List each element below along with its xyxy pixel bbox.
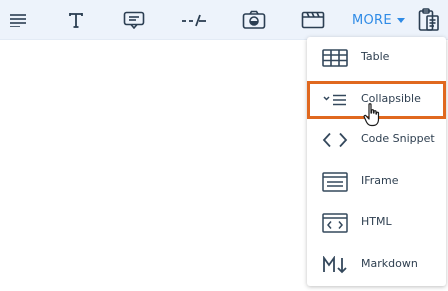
code-icon <box>321 128 349 152</box>
comment-box-icon[interactable] <box>122 8 146 32</box>
more-label: MORE <box>352 12 392 28</box>
menu-item-html[interactable]: HTML <box>307 205 446 241</box>
menu-item-label: Markdown <box>361 257 418 270</box>
divider-icon[interactable] <box>181 8 207 32</box>
menu-item-label: Table <box>361 50 390 63</box>
menu-item-code-snippet[interactable]: Code Snippet <box>307 122 446 158</box>
chevron-down-icon <box>396 17 405 23</box>
menu-item-label: HTML <box>361 215 392 228</box>
more-dropdown-button[interactable]: MORE <box>352 10 405 30</box>
menu-item-collapsible[interactable]: Collapsible <box>307 81 446 119</box>
paragraph-icon[interactable] <box>7 8 29 32</box>
menu-item-label: IFrame <box>361 174 399 187</box>
text-icon[interactable] <box>65 8 87 32</box>
camera-icon[interactable] <box>241 8 267 32</box>
menu-item-markdown[interactable]: Markdown <box>307 247 446 283</box>
menu-item-label: Code Snippet <box>361 132 435 145</box>
video-icon[interactable] <box>300 8 326 32</box>
menu-item-table[interactable]: Table <box>307 40 446 76</box>
more-dropdown-menu: Table Collapsible Code Snippet IFrame HT… <box>307 37 446 286</box>
menu-item-iframe[interactable]: IFrame <box>307 164 446 200</box>
html-icon <box>321 211 349 235</box>
clipboard-icon[interactable] <box>417 8 441 32</box>
collapsible-icon <box>321 88 349 112</box>
menu-item-label: Collapsible <box>361 92 421 105</box>
iframe-icon <box>321 170 349 194</box>
table-icon <box>321 46 349 70</box>
markdown-icon <box>321 253 349 277</box>
editor-toolbar: MORE <box>0 0 448 40</box>
